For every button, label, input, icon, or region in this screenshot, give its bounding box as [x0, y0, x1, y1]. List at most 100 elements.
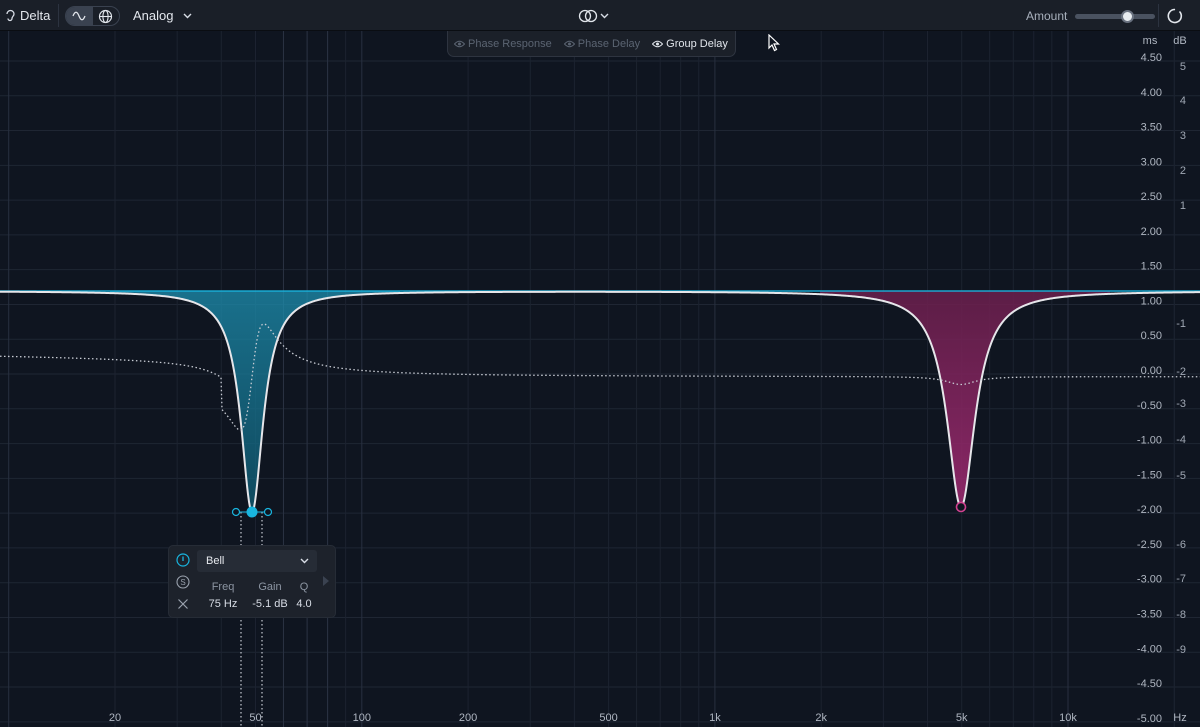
phase-response-option[interactable]: Phase Response [454, 38, 552, 50]
freq-header: Freq [211, 581, 235, 593]
group-delay-label: Group Delay [666, 37, 728, 50]
db-tick-label: 5 [1180, 61, 1186, 73]
phase-view-dropdown[interactable] [578, 0, 609, 31]
freq-tick-label: 5k [956, 712, 968, 724]
ms-tick-label: -2.00 [1137, 504, 1162, 516]
curve-view-button[interactable] [66, 7, 93, 25]
band-type-dropdown[interactable]: Bell [197, 550, 317, 572]
eq-graph[interactable]: ms 4.50 4.00 3.50 3.00 2.50 2.00 1.50 1.00 0.50 0.… [0, 31, 1200, 727]
phase-delay-option[interactable]: Phase Delay [563, 37, 641, 50]
band-power-button[interactable] [175, 552, 190, 567]
ms-tick-label: 0.50 [1141, 330, 1162, 342]
phase-delay-label: Phase Delay [577, 37, 641, 50]
band-solo-button[interactable]: S [175, 574, 190, 589]
db-tick-label: 3 [1180, 130, 1186, 142]
freq-tick-label: 1k [709, 712, 721, 724]
power-icon [1167, 8, 1183, 24]
ms-tick-label: 1.00 [1141, 295, 1162, 307]
freq-tick-label: 50 [249, 712, 261, 724]
power-icon [175, 552, 190, 567]
band-1-q-handle[interactable] [231, 507, 241, 517]
db-tick-label: 2 [1180, 165, 1186, 177]
db-tick-label: -1 [1176, 318, 1186, 330]
grid-lines [0, 31, 1200, 727]
freq-tick-label: 10k [1059, 712, 1077, 724]
wave-icon [72, 11, 86, 21]
ms-tick-label: -5.00 [1137, 713, 1162, 725]
eq-curves [0, 290, 1200, 727]
ear-icon [6, 9, 15, 21]
chevron-down-icon [600, 13, 609, 18]
amount-slider[interactable] [1075, 10, 1155, 23]
eye-icon [454, 40, 465, 47]
toolbar-divider [1158, 4, 1159, 27]
stereo-link-icon [578, 9, 598, 22]
freq-value[interactable]: 75 Hz [197, 598, 249, 610]
band-delete-button[interactable] [175, 596, 190, 611]
band-2-fill [820, 291, 1110, 507]
freq-tick-label: 100 [353, 712, 371, 724]
ms-axis: ms 4.50 4.00 3.50 3.00 2.50 2.00 1.50 1.00 0.50 0.… [1137, 35, 1162, 725]
ms-tick-label: 4.50 [1141, 52, 1162, 64]
mode-label: Analog [133, 8, 174, 23]
phase-response-label: Phase Response [468, 37, 552, 50]
db-tick-label: -2 [1176, 366, 1186, 378]
amount-label: Amount [1026, 8, 1068, 23]
eye-icon [652, 40, 664, 47]
ms-tick-label: -1.50 [1137, 469, 1162, 481]
delta-label: Delta [20, 8, 51, 23]
freq-tick-label: 500 [599, 712, 617, 724]
ms-tick-label: 2.50 [1141, 191, 1162, 203]
db-tick-label: 4 [1180, 95, 1186, 107]
expand-arrow-icon[interactable] [323, 576, 329, 586]
db-tick-label: -7 [1176, 573, 1186, 585]
band-nodes [231, 501, 967, 518]
ms-tick-label: 1.50 [1141, 261, 1162, 273]
ms-tick-label: -4.50 [1137, 678, 1162, 690]
mouse-cursor-icon [768, 34, 780, 52]
eye-icon [563, 40, 575, 47]
gain-value[interactable]: -5.1 dB [249, 598, 291, 610]
bypass-button[interactable] [1165, 6, 1185, 26]
freq-tick-label: 200 [459, 712, 477, 724]
band-2-node[interactable] [955, 501, 967, 513]
ms-tick-label: -2.50 [1137, 539, 1162, 551]
gain-header: Gain [258, 581, 282, 593]
ms-tick-label: -0.50 [1137, 400, 1162, 412]
chevron-down-icon [183, 13, 192, 18]
ms-tick-label: 2.00 [1141, 226, 1162, 238]
db-axis: dB 5 4 3 2 1 -1 -2 -3 -4 -5 -6 -7 -8 -9 [1173, 35, 1186, 656]
band-1-q-handle[interactable] [263, 507, 273, 517]
db-tick-label: -9 [1176, 644, 1186, 656]
phase-options-menu: Phase Response Phase Delay Group Delay [447, 31, 736, 57]
ms-tick-label: -3.50 [1137, 608, 1162, 620]
ms-tick-label: -1.00 [1137, 435, 1162, 447]
delta-button[interactable]: Delta [4, 0, 50, 31]
freq-tick-label: 20 [109, 712, 121, 724]
ms-tick-label: -4.00 [1137, 643, 1162, 655]
svg-text:S: S [180, 578, 185, 587]
ms-tick-label: 4.00 [1141, 87, 1162, 99]
toolbar-divider [58, 4, 59, 27]
eq-response-curve[interactable] [0, 290, 1200, 514]
ms-unit-label: ms [1143, 35, 1158, 47]
db-tick-label: -8 [1176, 609, 1186, 621]
freq-tick-label: 2k [815, 712, 827, 724]
db-unit-label: dB [1173, 35, 1186, 47]
view-toggle [65, 6, 120, 26]
ms-tick-label: -3.00 [1137, 574, 1162, 586]
ms-tick-label: 3.50 [1141, 122, 1162, 134]
q-header: Q [299, 581, 309, 593]
group-delay-option[interactable]: Group Delay [652, 38, 728, 50]
mode-dropdown[interactable]: Analog [133, 0, 192, 31]
amount-slider-thumb[interactable] [1120, 10, 1134, 23]
q-value[interactable]: 4.0 [291, 598, 317, 610]
global-view-button[interactable] [93, 7, 120, 25]
chevron-down-icon [300, 558, 309, 564]
close-icon [177, 598, 188, 609]
toolbar: Delta Analog Amount [0, 0, 1200, 31]
solo-icon: S [175, 574, 190, 589]
db-tick-label: 1 [1180, 200, 1186, 212]
ms-tick-label: 0.00 [1141, 365, 1162, 377]
db-tick-label: -3 [1176, 398, 1186, 410]
